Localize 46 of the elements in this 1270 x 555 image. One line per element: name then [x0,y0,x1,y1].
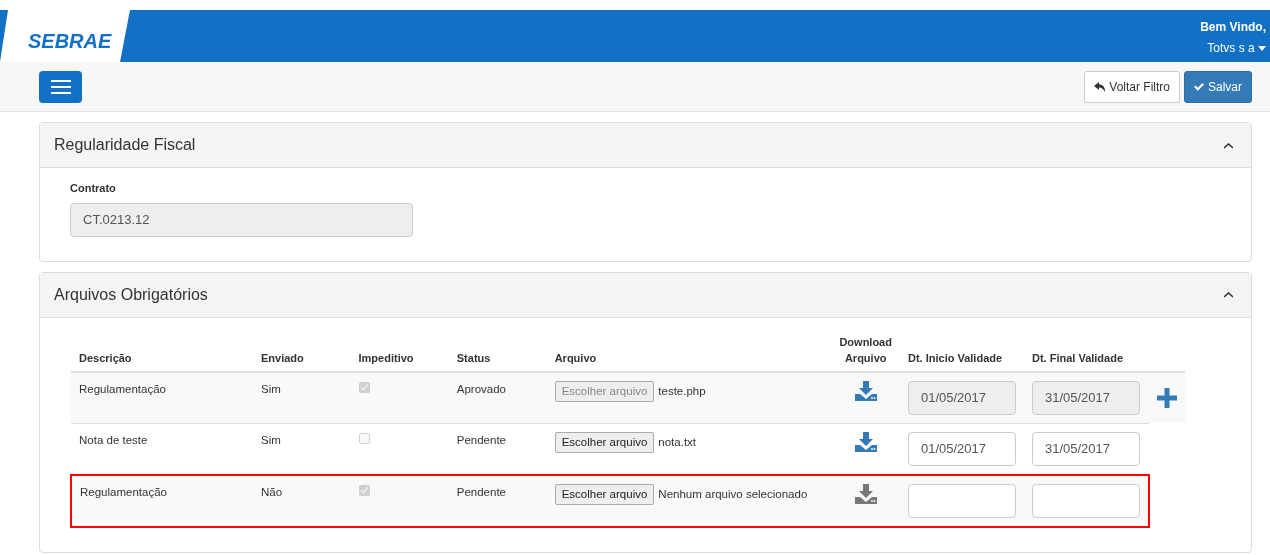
table-cell: Sim [261,382,281,395]
file-button[interactable]: Escolher arquivo [554,483,655,505]
table-cell: Nota de teste [79,433,148,446]
table-cell: Não [261,485,283,498]
file-button[interactable]: Escolher arquivo [554,431,655,453]
date-field[interactable] [907,483,1016,518]
file-name: nota.txt [658,435,697,448]
column-header: Impeditivo [350,329,449,372]
date-field[interactable]: 31/05/2017 [1031,431,1140,466]
plus-icon [1157,387,1177,408]
add-button[interactable] [1157,387,1177,408]
table-cell: Aprovado [456,382,506,395]
file-name: Nenhum arquivo selecionado [658,487,808,500]
column-header: Descrição [71,329,253,372]
table-cell: Regulamentação [80,485,167,498]
column-header: Dt. Final Validade [1023,329,1149,372]
back-button[interactable]: Voltar Filtro [1084,70,1180,103]
download-icon[interactable] [854,431,877,452]
user-menu[interactable]: Totvs s a [1207,39,1266,57]
table-cell: Sim [261,433,281,446]
table-cell: Pendente [456,433,506,446]
logo: SEBRAE [27,29,112,54]
chevron-icon [1224,142,1233,149]
table-cell: Pendente [456,485,506,498]
menu-icon [50,79,71,94]
column-header: Arquivo [546,329,832,372]
table-cell: Regulamentação [79,382,166,395]
welcome-text: Bem Vindo, [1200,19,1266,36]
reply-icon [1094,81,1106,92]
column-header: Status [448,329,547,372]
panel-title: Arquivos Obrigatórios [54,284,208,305]
column-header: Dt. Inicio Validade [899,329,1024,372]
save-button[interactable]: Salvar [1184,70,1252,103]
check-icon [1194,82,1204,91]
panel-title: Regularidade Fiscal [54,135,196,155]
field-label: Contrato [70,181,117,196]
column-header: Download Arquivo [831,329,900,372]
download-icon[interactable] [854,380,877,401]
file-name: teste.php [658,384,706,397]
date-field[interactable]: 01/05/2017 [907,431,1016,466]
contract-field: CT.0213.12 [70,202,413,237]
column-header: Enviado [253,329,351,372]
menu-button[interactable] [39,70,82,103]
date-field[interactable] [1031,483,1140,518]
caret-icon [1258,46,1266,52]
chevron-icon [1224,292,1233,299]
